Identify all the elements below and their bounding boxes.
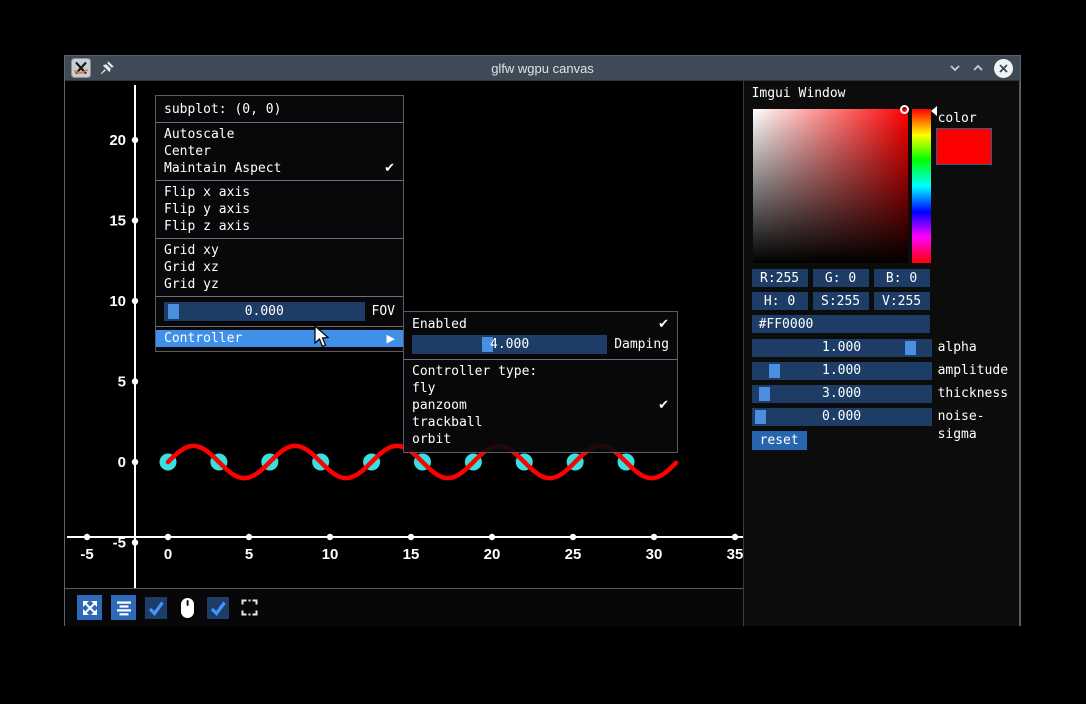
expand-arrows-icon <box>81 599 99 617</box>
red-field[interactable]: R:255 <box>752 269 808 287</box>
autoscale-button[interactable] <box>77 595 102 620</box>
hue-field[interactable]: H: 0 <box>752 292 808 310</box>
slider-value: 3.000 <box>752 385 932 403</box>
fullscreen-button[interactable] <box>238 596 260 620</box>
separator <box>156 122 403 123</box>
imgui-window-title: Imgui Window <box>752 86 846 101</box>
svg-text:0: 0 <box>118 454 126 471</box>
reset-button[interactable]: reset <box>752 431 807 450</box>
controller-type-header: Controller type: <box>404 363 677 380</box>
picker-cursor[interactable] <box>900 105 909 114</box>
svg-text:25: 25 <box>565 546 582 563</box>
color-preview-swatch[interactable] <box>936 128 992 165</box>
svg-text:5: 5 <box>118 374 126 391</box>
minimize-button[interactable] <box>947 60 963 76</box>
check-icon: ✔ <box>384 160 395 177</box>
saturation-value-picker[interactable] <box>753 109 908 263</box>
menu-item-grid-xy[interactable]: Grid xy <box>156 242 403 259</box>
window-title: glfw wgpu canvas <box>65 61 1020 76</box>
maximize-button[interactable] <box>970 60 986 76</box>
menu-header: subplot: (0, 0) <box>156 100 403 119</box>
menu-item-fly[interactable]: fly <box>404 380 677 397</box>
saturation-field[interactable]: S:255 <box>813 292 869 310</box>
svg-text:20: 20 <box>109 132 126 149</box>
center-lines-icon <box>115 599 133 617</box>
slider-value: 1.000 <box>752 362 932 380</box>
value-field[interactable]: V:255 <box>874 292 930 310</box>
center-button[interactable] <box>111 595 136 620</box>
toolbar-checkbox-1[interactable] <box>145 597 167 619</box>
titlebar[interactable]: glfw wgpu canvas <box>65 56 1020 81</box>
mouse-mode-indicator[interactable] <box>176 596 198 620</box>
menu-item-controller[interactable]: Controller ▶ <box>156 330 403 347</box>
damping-slider-row: 4.000 Damping <box>404 333 677 356</box>
svg-text:15: 15 <box>109 213 126 230</box>
blue-field[interactable]: B: 0 <box>874 269 930 287</box>
svg-text:10: 10 <box>109 293 126 310</box>
amplitude-slider[interactable]: 1.000 <box>752 362 932 380</box>
color-label: color <box>938 111 977 126</box>
mouse-icon <box>179 596 196 620</box>
check-icon: ✔ <box>658 397 669 414</box>
damping-slider[interactable]: 4.000 <box>412 335 607 354</box>
menu-item-flip-y[interactable]: Flip y axis <box>156 201 403 218</box>
amplitude-label: amplitude <box>938 362 1008 380</box>
controller-submenu: Enabled ✔ 4.000 Damping Controller type:… <box>403 311 678 453</box>
svg-text:15: 15 <box>403 546 420 563</box>
thickness-label: thickness <box>938 385 1008 403</box>
svg-text:5: 5 <box>245 546 253 563</box>
damping-value: 4.000 <box>412 335 607 354</box>
menu-item-enabled[interactable]: Enabled ✔ <box>404 316 677 333</box>
plot-toolbar <box>65 588 744 626</box>
menu-item-flip-z[interactable]: Flip z axis <box>156 218 403 235</box>
fullscreen-brackets-icon <box>241 599 258 616</box>
checkmark-icon <box>146 598 166 618</box>
fov-value: 0.000 <box>164 302 365 321</box>
slider-value: 0.000 <box>752 408 932 426</box>
menu-item-trackball[interactable]: trackball <box>404 414 677 431</box>
menu-item-flip-x[interactable]: Flip x axis <box>156 184 403 201</box>
svg-text:20: 20 <box>484 546 501 563</box>
submenu-arrow-icon: ▶ <box>387 330 395 347</box>
menu-item-maintain-aspect[interactable]: Maintain Aspect ✔ <box>156 160 403 177</box>
svg-text:30: 30 <box>646 546 663 563</box>
separator <box>156 296 403 297</box>
check-icon: ✔ <box>658 316 669 333</box>
damping-label: Damping <box>614 337 669 352</box>
menu-item-panzoom[interactable]: panzoom ✔ <box>404 397 677 414</box>
fov-slider-row: 0.000 FOV <box>156 300 403 323</box>
menu-item-grid-yz[interactable]: Grid yz <box>156 276 403 293</box>
thickness-slider[interactable]: 3.000 <box>752 385 932 403</box>
alpha-slider[interactable]: 1.000 <box>752 339 932 357</box>
hex-field[interactable]: #FF0000 <box>752 315 930 333</box>
menu-item-center[interactable]: Center <box>156 143 403 160</box>
mouse-cursor <box>313 325 335 349</box>
green-field[interactable]: G: 0 <box>813 269 869 287</box>
svg-text:35: 35 <box>727 546 744 563</box>
hue-marker-icon <box>931 106 937 116</box>
menu-item-autoscale[interactable]: Autoscale <box>156 126 403 143</box>
noise-sigma-label: noise-sigma <box>938 408 1019 444</box>
svg-text:10: 10 <box>322 546 339 563</box>
menu-item-grid-xz[interactable]: Grid xz <box>156 259 403 276</box>
fov-slider[interactable]: 0.000 <box>164 302 365 321</box>
hue-slider[interactable] <box>912 109 931 263</box>
noise-sigma-slider[interactable]: 0.000 <box>752 408 932 426</box>
svg-text:0: 0 <box>164 546 172 563</box>
menu-item-orbit[interactable]: orbit <box>404 431 677 448</box>
fov-label: FOV <box>372 304 395 319</box>
imgui-window: Imgui Window color R:255 G: 0 B: 0 H: 0 … <box>743 81 1020 626</box>
checkmark-icon <box>208 598 228 618</box>
toolbar-checkbox-2[interactable] <box>207 597 229 619</box>
separator <box>156 326 403 327</box>
subplot-context-menu: subplot: (0, 0) Autoscale Center Maintai… <box>155 95 404 352</box>
close-button[interactable] <box>993 58 1014 79</box>
separator <box>156 180 403 181</box>
separator <box>404 359 677 360</box>
slider-value: 1.000 <box>752 339 932 357</box>
alpha-label: alpha <box>938 339 977 357</box>
svg-text:-5: -5 <box>80 546 93 563</box>
separator <box>156 238 403 239</box>
svg-text:-5: -5 <box>113 535 126 552</box>
